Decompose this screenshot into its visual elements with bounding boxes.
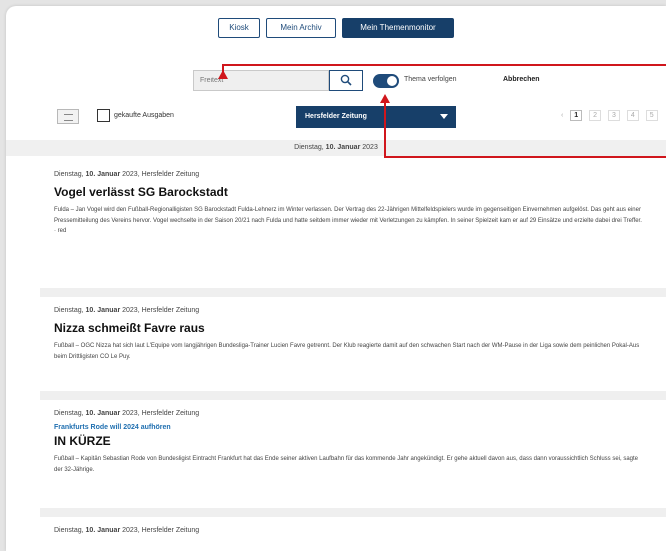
page-5[interactable]: 5 (645, 110, 658, 121)
article-kicker: Frankfurts Rode will 2024 aufhören (54, 424, 171, 431)
page-2[interactable]: 2 (589, 110, 602, 121)
list-icon (64, 114, 73, 121)
follow-topic-toggle[interactable] (373, 74, 399, 88)
page-3[interactable]: 3 (608, 110, 620, 121)
annotation-arrow-icon (380, 94, 390, 103)
article-item[interactable]: Dienstag, 10. Januar 2023, Hersfelder Ze… (54, 527, 644, 541)
article-meta: Dienstag, 10. Januar 2023, Hersfelder Ze… (54, 410, 200, 417)
article-separator (40, 391, 666, 400)
view-toggle-button[interactable] (57, 109, 79, 124)
pagination: ‹ 1 2 3 4 5 (561, 110, 663, 121)
article-title[interactable]: Vogel verlässt SG Barockstadt (54, 185, 644, 199)
article-meta: Dienstag, 10. Januar 2023, Hersfelder Ze… (54, 171, 200, 178)
tab-kiosk[interactable]: Kiosk (218, 18, 260, 38)
newspaper-select-value: Hersfelder Zeitung (305, 113, 367, 120)
date-weekday: Dienstag, (294, 144, 324, 151)
follow-topic-label: Thema verfolgen (404, 76, 457, 83)
newspaper-select[interactable]: Hersfelder Zeitung (296, 106, 456, 128)
article-meta: Dienstag, 10. Januar 2023, Hersfelder Ze… (54, 527, 200, 534)
tab-mein-archiv[interactable]: Mein Archiv (266, 18, 336, 38)
annotation-line (384, 156, 666, 158)
article-body: Fulda – Jan Vogel wird den Fußball-Regio… (54, 207, 642, 234)
date-year: 2023 (362, 144, 378, 151)
search-input[interactable] (193, 70, 329, 91)
search-button[interactable] (329, 70, 363, 91)
purchased-issues-label: gekaufte Ausgaben (114, 112, 174, 119)
article-title[interactable]: Nizza schmeißt Favre raus (54, 321, 644, 335)
app-frame: Kiosk Mein Archiv Mein Themenmonitor The… (6, 6, 666, 551)
article-separator (40, 508, 666, 517)
search-icon (340, 74, 352, 86)
article-title[interactable]: IN KÜRZE (54, 434, 644, 448)
cancel-button[interactable]: Abbrechen (503, 76, 540, 83)
article-item[interactable]: Dienstag, 10. Januar 2023, Hersfelder Ze… (54, 171, 644, 237)
date-bar: Dienstag, 10. Januar 2023 (6, 140, 666, 156)
annotation-line (222, 64, 666, 66)
tab-mein-themenmonitor[interactable]: Mein Themenmonitor (342, 18, 454, 38)
date-day: 10. Januar (325, 144, 361, 151)
article-body: Fußball – Kapitän Sebastian Rode von Bun… (54, 456, 639, 473)
article-item[interactable]: Dienstag, 10. Januar 2023, Hersfelder Ze… (54, 307, 644, 362)
purchased-issues-checkbox[interactable] (97, 109, 110, 122)
annotation-arrow-icon (218, 70, 228, 79)
article-meta: Dienstag, 10. Januar 2023, Hersfelder Ze… (54, 307, 200, 314)
page-4[interactable]: 4 (626, 110, 639, 121)
article-item[interactable]: Dienstag, 10. Januar 2023, Hersfelder Ze… (54, 410, 644, 475)
toggle-knob (387, 76, 397, 86)
annotation-line (384, 102, 386, 157)
page-1[interactable]: 1 (570, 110, 583, 121)
chevron-down-icon (440, 114, 448, 119)
pagination-prev[interactable]: ‹ (561, 112, 563, 119)
top-tabs: Kiosk Mein Archiv Mein Themenmonitor (6, 18, 666, 38)
article-separator (40, 288, 666, 297)
article-body: Fußball – OGC Nizza hat sich laut L'Equi… (54, 343, 640, 360)
